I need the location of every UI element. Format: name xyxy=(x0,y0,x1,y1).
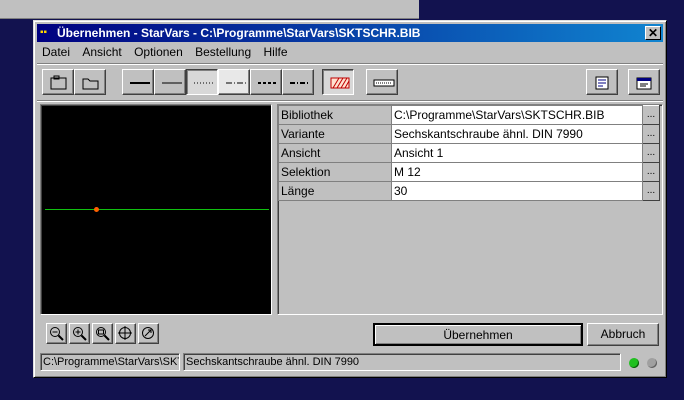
property-label: Bibliothek xyxy=(278,105,392,125)
property-grid: Bibliothek C:\Programme\StarVars\SKTSCHR… xyxy=(277,104,663,315)
zoom-out-button[interactable] xyxy=(46,323,67,344)
menu-optionen[interactable]: Optionen xyxy=(134,44,183,60)
menu-ansicht[interactable]: Ansicht xyxy=(82,44,121,60)
line-dashdot-icon xyxy=(226,82,246,84)
property-label: Ansicht xyxy=(278,143,392,163)
menu-divider xyxy=(37,63,663,65)
browse-button[interactable]: ... xyxy=(642,181,660,201)
menu-hilfe[interactable]: Hilfe xyxy=(264,44,288,60)
property-label: Selektion xyxy=(278,162,392,182)
preview-line xyxy=(45,209,269,210)
browse-button[interactable]: ... xyxy=(642,143,660,163)
background-window-strip xyxy=(0,0,419,19)
property-row: Bibliothek C:\Programme\StarVars\SKTSCHR… xyxy=(278,105,660,125)
property-label: Variante xyxy=(278,124,392,144)
toolbar xyxy=(38,66,662,98)
line-thick-icon xyxy=(130,82,150,84)
property-row: Länge 30 ... xyxy=(278,181,660,201)
toolbar-divider xyxy=(37,100,663,102)
menu-datei[interactable]: Datei xyxy=(42,44,70,60)
browse-button[interactable]: ... xyxy=(642,124,660,144)
properties-button[interactable] xyxy=(628,69,660,95)
zoom-center-icon xyxy=(118,326,132,340)
property-value[interactable]: Ansicht 1 xyxy=(391,143,643,163)
zoom-fit-icon xyxy=(142,327,154,339)
menu-bar: Datei Ansicht Optionen Bestellung Hilfe xyxy=(38,44,297,62)
main-window: ▪▪ Übernehmen - StarVars - C:\Programme\… xyxy=(33,20,667,378)
window-title: Übernehmen - StarVars - C:\Programme\Sta… xyxy=(57,26,421,40)
open-button[interactable] xyxy=(74,69,106,95)
zoom-window-button[interactable] xyxy=(92,323,113,344)
line-dashdot-button[interactable] xyxy=(218,69,250,95)
export-icon xyxy=(595,76,609,90)
zoom-window-icon xyxy=(96,327,110,341)
properties-icon xyxy=(636,77,652,90)
cancel-button[interactable]: Abbruch xyxy=(587,323,659,346)
dimension-icon xyxy=(373,79,395,87)
line-thin-button[interactable] xyxy=(154,69,186,95)
close-button[interactable]: ✕ xyxy=(645,26,661,40)
status-path: C:\Programme\StarVars\SKTSCHR.BIB xyxy=(40,353,180,371)
line-thick-button[interactable] xyxy=(122,69,154,95)
app-icon: ▪▪ xyxy=(40,27,48,38)
new-icon xyxy=(50,75,67,90)
line-dotted-button[interactable] xyxy=(186,69,218,95)
property-label: Länge xyxy=(278,181,392,201)
bottom-bar: Übernehmen Abbruch xyxy=(38,321,662,347)
apply-button[interactable]: Übernehmen xyxy=(373,323,583,346)
open-icon xyxy=(82,78,99,90)
zoom-in-button[interactable] xyxy=(69,323,90,344)
zoom-center-button[interactable] xyxy=(115,323,136,344)
zoom-fit-button[interactable] xyxy=(138,323,159,344)
title-bar[interactable]: ▪▪ Übernehmen - StarVars - C:\Programme\… xyxy=(37,24,663,42)
property-row: Ansicht Ansicht 1 ... xyxy=(278,143,660,163)
line-dotted-icon xyxy=(194,82,214,84)
line-thin-icon xyxy=(162,82,182,84)
preview-point xyxy=(94,207,99,212)
browse-button[interactable]: ... xyxy=(642,162,660,182)
new-button[interactable] xyxy=(42,69,74,95)
zoom-out-icon xyxy=(50,327,64,341)
hatch-icon xyxy=(330,77,350,89)
status-led-green xyxy=(629,358,639,368)
property-value[interactable]: Sechskantschraube ähnl. DIN 7990 xyxy=(391,124,643,144)
status-led-grey xyxy=(647,358,657,368)
line-dashed-button[interactable] xyxy=(250,69,282,95)
status-bar: C:\Programme\StarVars\SKTSCHR.BIB Sechsk… xyxy=(38,351,662,373)
line-dashdot2-icon xyxy=(290,82,310,84)
line-dashed-icon xyxy=(258,82,278,84)
zoom-in-icon xyxy=(73,327,87,341)
property-row: Selektion M 12 ... xyxy=(278,162,660,182)
property-value[interactable]: C:\Programme\StarVars\SKTSCHR.BIB xyxy=(391,105,643,125)
line-dashdot2-button[interactable] xyxy=(282,69,314,95)
property-value[interactable]: 30 xyxy=(391,181,643,201)
dimension-button[interactable] xyxy=(366,69,398,95)
status-description: Sechskantschraube ähnl. DIN 7990 xyxy=(183,353,621,371)
export-button[interactable] xyxy=(586,69,618,95)
browse-button[interactable]: ... xyxy=(642,105,660,125)
property-table: Bibliothek C:\Programme\StarVars\SKTSCHR… xyxy=(278,105,660,201)
menu-bestellung[interactable]: Bestellung xyxy=(195,44,251,60)
hatch-button[interactable] xyxy=(322,69,354,95)
preview-canvas[interactable] xyxy=(40,104,272,315)
property-value[interactable]: M 12 xyxy=(391,162,643,182)
property-row: Variante Sechskantschraube ähnl. DIN 799… xyxy=(278,124,660,144)
